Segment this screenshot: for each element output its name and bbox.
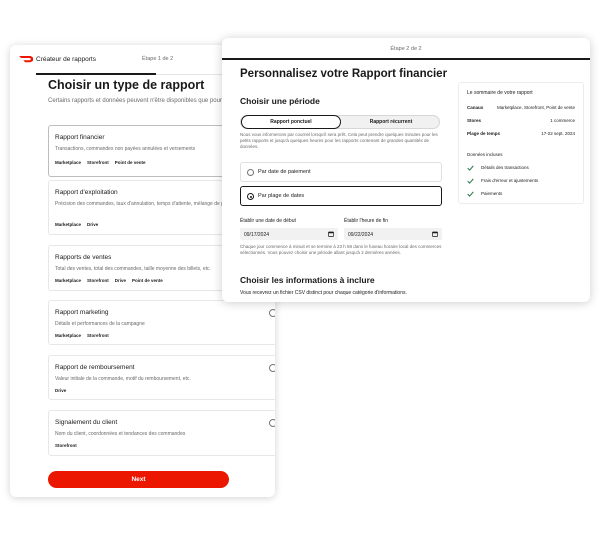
option-label: Par plage de dates: [258, 193, 305, 199]
report-option-desc: Détails et performances de la campagne: [55, 321, 145, 327]
summary-title: Le sommaire de votre rapport: [467, 90, 533, 96]
option-payment-date[interactable]: Par date de paiement: [240, 162, 442, 182]
channel-tags: Marketplace Storefront Drive Point de ve…: [55, 278, 163, 283]
radio-button[interactable]: [269, 309, 275, 317]
channel-tag: Marketplace: [55, 333, 82, 338]
start-date-label: Établir une date de début: [240, 218, 296, 224]
start-date-field[interactable]: 09/17/2024: [240, 228, 338, 240]
step-indicator: Étape 1 de 2: [142, 56, 174, 62]
summary-stores-value: 1 commerce: [550, 118, 575, 123]
summary-data-item: Détails des transactions: [481, 165, 529, 170]
channel-tag: Drive: [55, 388, 67, 393]
period-note: Nous vous informerons par courriel lorsq…: [240, 132, 438, 150]
next-button[interactable]: Next: [48, 471, 229, 488]
summary-range-label: Plage de temps: [467, 131, 501, 136]
report-option-customer[interactable]: Signalement du client Nom du client, coo…: [48, 410, 275, 456]
report-frequency-toggle: Rapport ponctuel Rapport récurrent: [240, 115, 440, 129]
end-date-field[interactable]: 09/22/2024: [344, 228, 442, 240]
report-option-title: Signalement du client: [55, 419, 118, 426]
info-subtitle: Vous recevrez un fichier CSV distinct po…: [240, 290, 407, 296]
page-title: Choisir un type de rapport: [48, 78, 205, 92]
option-label: Par date de paiement: [258, 169, 311, 175]
report-option-marketing[interactable]: Rapport marketing Détails et performance…: [48, 300, 275, 345]
report-option-title: Rapport d'exploitation: [55, 189, 118, 196]
doordash-logo-icon: [19, 56, 33, 63]
period-heading: Choisir une période: [240, 96, 320, 106]
channel-tags: Marketplace Drive: [55, 222, 98, 227]
calendar-icon: [328, 231, 334, 237]
calendar-icon: [432, 231, 438, 237]
radio-button[interactable]: [269, 364, 275, 372]
app-title: Créateur de rapports: [36, 56, 96, 63]
channel-tag: Storefront: [87, 333, 109, 338]
check-icon: [467, 165, 474, 171]
report-option-desc: Valeur initiale de la commande, motif du…: [55, 376, 191, 382]
radio-button-selected[interactable]: [247, 193, 254, 200]
summary-range-value: 17-22 sept. 2024: [541, 131, 575, 136]
radio-button[interactable]: [269, 419, 275, 427]
step-indicator: Étape 2 de 2: [390, 46, 422, 52]
report-summary-panel: Le sommaire de votre rapport Canaux Mark…: [458, 82, 584, 204]
start-date-value: 09/17/2024: [244, 231, 270, 238]
end-date-value: 09/22/2024: [348, 231, 374, 238]
report-option-title: Rapports de ventes: [55, 254, 112, 261]
summary-channels-label: Canaux: [467, 105, 484, 110]
channel-tag: Point de vente: [132, 278, 163, 283]
channel-tags: Drive: [55, 388, 66, 393]
report-option-title: Rapport marketing: [55, 309, 109, 316]
report-option-title: Rapport de remboursement: [55, 364, 135, 371]
channel-tag: Marketplace: [55, 222, 82, 227]
channel-tag: Marketplace: [55, 160, 82, 165]
channel-tag: Marketplace: [55, 278, 82, 283]
progress-bar: [222, 58, 590, 60]
channel-tag: Point de vente: [114, 160, 146, 165]
summary-stores-label: Stores: [467, 118, 482, 123]
channel-tags: Marketplace Storefront: [55, 333, 109, 338]
date-note: Chaque jour commence à minuit et se term…: [240, 244, 442, 256]
tab-recurring-report[interactable]: Rapport récurrent: [341, 116, 441, 128]
summary-data-item: Paiements: [481, 191, 503, 196]
check-icon: [467, 191, 474, 197]
check-icon: [467, 178, 474, 184]
report-option-refund[interactable]: Rapport de remboursement Valeur initiale…: [48, 355, 275, 400]
progress-bar: [36, 73, 156, 75]
summary-data-item: Frais d'erreur et ajustements: [481, 178, 539, 183]
summary-channels-value: Marketplace, Storefront, Point de vente: [496, 105, 575, 110]
channel-tag: Storefront: [87, 160, 109, 165]
channel-tags: Marketplace Storefront Point de vente: [55, 160, 146, 165]
report-option-title: Rapport financier: [55, 134, 105, 141]
page-title: Personnalisez votre Rapport financier: [240, 68, 448, 80]
info-heading: Choisir les informations à inclure: [240, 275, 375, 285]
channel-tag: Storefront: [55, 443, 77, 448]
summary-data-heading: Données incluses: [467, 152, 503, 157]
report-option-desc: Nom du client, coordonnées et tendances …: [55, 431, 186, 437]
end-date-label: Établir l'heure de fin: [344, 218, 389, 224]
channel-tag: Drive: [114, 278, 127, 283]
screenshot-canvas: Créateur de rapports Étape 1 de 2 Choisi…: [0, 0, 600, 536]
radio-button[interactable]: [247, 169, 254, 176]
option-date-range[interactable]: Par plage de dates: [240, 186, 442, 206]
channel-tag: Storefront: [87, 278, 109, 283]
channel-tags: Storefront: [55, 443, 77, 448]
tab-one-time-report[interactable]: Rapport ponctuel: [241, 115, 341, 129]
customize-report-card: Étape 2 de 2 Personnalisez votre Rapport…: [222, 38, 590, 302]
channel-tag: Drive: [87, 222, 99, 227]
